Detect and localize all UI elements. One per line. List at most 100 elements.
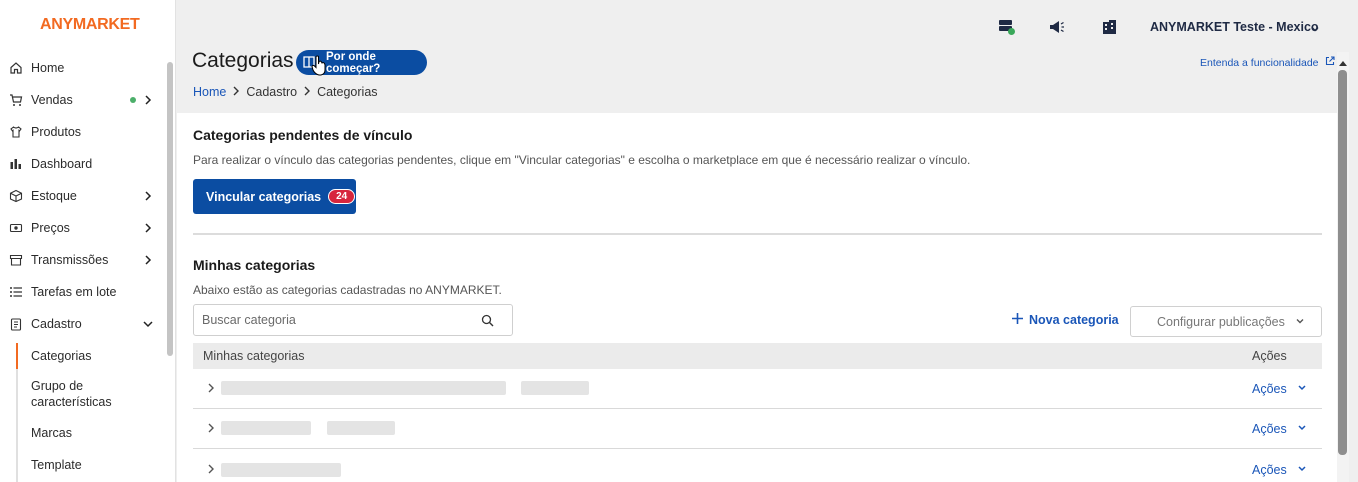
sidebar-item-precos[interactable]: Preços [0, 214, 168, 242]
sidebar-subitem-categorias[interactable]: Categorias [31, 348, 91, 364]
money-icon [9, 221, 23, 235]
breadcrumb-home[interactable]: Home [193, 85, 226, 99]
configure-publications-label: Configurar publicações [1157, 314, 1285, 329]
chevron-right-icon [142, 221, 154, 235]
external-link-icon [1325, 56, 1335, 69]
status-dot [130, 97, 136, 103]
megaphone-icon[interactable] [1048, 18, 1066, 36]
section-divider [193, 233, 1322, 235]
sidebar-item-tarefas[interactable]: Tarefas em lote [0, 278, 168, 306]
sidebar-item-label: Cadastro [31, 317, 82, 331]
help-button-label: Por onde começar? [326, 50, 381, 75]
chevron-down-icon [142, 317, 154, 331]
cart-icon [9, 93, 23, 107]
sidebar-item-label: Vendas [31, 93, 73, 107]
clipboard-icon [9, 317, 23, 331]
home-icon [9, 61, 23, 75]
chevron-down-icon[interactable] [1310, 22, 1320, 37]
redacted-category-name [221, 381, 506, 395]
row-actions-button[interactable]: Ações [1252, 382, 1307, 396]
main-scrollbar-thumb[interactable] [1338, 70, 1347, 455]
search-input[interactable] [202, 313, 472, 327]
plus-icon [1011, 312, 1024, 328]
chevron-right-icon [142, 253, 154, 267]
sidebar-item-label: Tarefas em lote [31, 285, 117, 299]
chevron-right-icon [142, 189, 154, 203]
shirt-icon [9, 125, 23, 139]
new-category-label: Nova categoria [1029, 313, 1119, 327]
sidebar-subitem-template[interactable]: Template [31, 457, 82, 473]
row-actions-button[interactable]: Ações [1252, 463, 1307, 477]
sidebar-item-cadastro[interactable]: Cadastro [0, 310, 168, 338]
row-actions-label: Ações [1252, 463, 1287, 477]
redacted-category-name [327, 421, 395, 435]
scroll-up-arrow-icon[interactable] [1338, 55, 1348, 70]
my-categories-title: Minhas categorias [193, 257, 316, 273]
server-status-icon[interactable] [998, 18, 1016, 36]
link-categories-label: Vincular categorias [206, 189, 322, 204]
account-name[interactable]: ANYMARKET Teste - Mexico [1150, 20, 1319, 34]
help-link-label: Entenda a funcionalidade [1200, 56, 1319, 69]
sidebar-scrollbar[interactable] [167, 62, 173, 356]
table-row[interactable]: Ações [193, 409, 1322, 449]
sidebar-item-label: Estoque [31, 189, 77, 203]
sidebar-item-label: Dashboard [31, 157, 93, 171]
breadcrumb-cadastro[interactable]: Cadastro [246, 85, 297, 99]
search-field[interactable] [193, 304, 513, 336]
building-icon[interactable] [1101, 18, 1119, 36]
new-category-button[interactable]: Nova categoria [1011, 312, 1119, 328]
pending-title: Categorias pendentes de vínculo [193, 127, 413, 143]
sidebar-item-label: Transmissões [31, 253, 109, 267]
active-indicator [16, 343, 18, 369]
chevron-right-icon[interactable] [206, 463, 216, 478]
row-actions-label: Ações [1252, 422, 1287, 436]
my-categories-description: Abaixo estão as categorias cadastradas n… [193, 283, 502, 297]
chevron-down-icon [1295, 315, 1305, 329]
table-row[interactable]: Ações [193, 449, 1322, 482]
sidebar-item-label: Preços [31, 221, 70, 235]
chevron-down-icon [1297, 422, 1307, 436]
chevron-right-icon [142, 93, 154, 107]
row-actions-label: Ações [1252, 382, 1287, 396]
sidebar-item-vendas[interactable]: Vendas [0, 86, 168, 114]
help-link[interactable]: Entenda a funcionalidade [1200, 56, 1335, 69]
chevron-down-icon [1297, 463, 1307, 477]
row-actions-button[interactable]: Ações [1252, 422, 1307, 436]
sidebar-item-label: Produtos [31, 125, 82, 139]
breadcrumb: Home Cadastro Categorias [193, 85, 378, 99]
configure-publications-dropdown[interactable]: Configurar publicações [1130, 306, 1322, 337]
link-categories-button[interactable]: Vincular categorias 24 [193, 179, 356, 214]
chevron-right-icon[interactable] [206, 422, 216, 437]
sidebar-item-dashboard[interactable]: Dashboard [0, 150, 168, 178]
pending-description: Para realizar o vínculo das categorias p… [193, 153, 971, 167]
table-header: Minhas categorias Ações [193, 343, 1322, 369]
sidebar: ANYMARKET Home Vendas Produtos Dashboard… [0, 0, 176, 482]
chevron-down-icon [1297, 382, 1307, 396]
redacted-category-name [521, 381, 589, 395]
pending-count-badge: 24 [328, 189, 356, 204]
table-row[interactable]: Ações [193, 369, 1322, 409]
sidebar-item-estoque[interactable]: Estoque [0, 182, 168, 210]
bar-chart-icon [9, 157, 23, 171]
chevron-right-icon [232, 85, 240, 99]
sidebar-item-home[interactable]: Home [0, 54, 168, 82]
hand-cursor-icon [311, 55, 327, 80]
list-icon [9, 285, 23, 299]
redacted-category-name [221, 463, 341, 477]
sidebar-subitem-grupo-caracteristicas[interactable]: Grupo de características [31, 378, 141, 410]
box-icon [9, 189, 23, 203]
page-title: Categorias [192, 49, 294, 72]
sidebar-item-transmissoes[interactable]: Transmissões [0, 246, 168, 274]
sidebar-item-label: Home [31, 61, 65, 75]
store-icon [9, 253, 23, 267]
breadcrumb-categorias: Categorias [317, 85, 378, 99]
sidebar-subitem-marcas[interactable]: Marcas [31, 425, 72, 441]
chevron-right-icon [303, 85, 311, 99]
app-logo[interactable]: ANYMARKET [40, 16, 140, 34]
sidebar-item-produtos[interactable]: Produtos [0, 118, 168, 146]
column-header-actions: Ações [1252, 349, 1287, 363]
chevron-right-icon[interactable] [206, 382, 216, 397]
search-icon[interactable] [481, 314, 494, 330]
column-header-categories: Minhas categorias [203, 349, 305, 363]
redacted-category-name [221, 421, 311, 435]
